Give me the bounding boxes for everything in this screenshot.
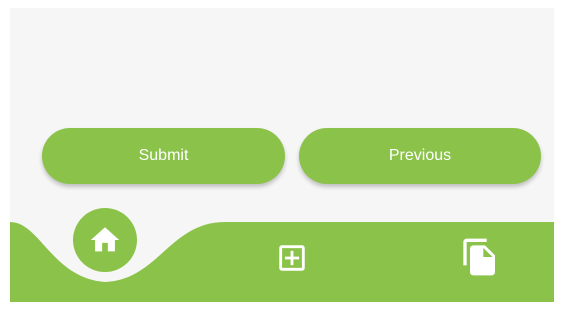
nav-add-button[interactable] xyxy=(275,241,309,275)
add-box-icon xyxy=(279,245,305,271)
app-screen: Submit Previous xyxy=(10,8,554,302)
nav-home-button[interactable] xyxy=(73,208,137,272)
nav-documents-button[interactable] xyxy=(460,236,500,278)
file-copy-icon xyxy=(463,238,495,276)
previous-button[interactable]: Previous xyxy=(299,128,541,184)
bottom-navigation-bar xyxy=(10,208,554,302)
home-icon xyxy=(90,227,120,252)
submit-button[interactable]: Submit xyxy=(42,128,285,184)
